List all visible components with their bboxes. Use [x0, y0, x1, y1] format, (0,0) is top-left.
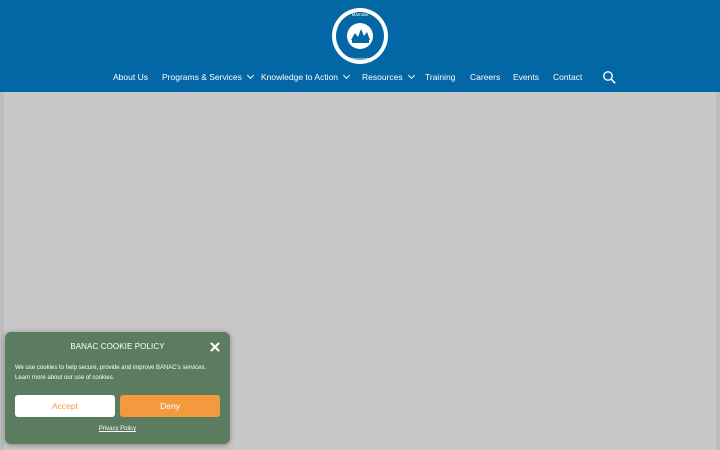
cookie-banner-message: We use cookies to help secure, provide a…	[15, 365, 207, 381]
close-icon[interactable]	[209, 341, 221, 353]
site-header: Mamawi Wiijiseeddadmin About Us Programs…	[0, 0, 720, 92]
deny-button[interactable]: Deny	[120, 395, 220, 417]
nav-item-knowledge-to-action[interactable]: Knowledge to Action	[261, 66, 351, 88]
cookie-banner-title: BANAC COOKIE POLICY	[70, 342, 165, 351]
nav-item-training[interactable]: Training	[425, 66, 455, 88]
accept-button[interactable]: Accept	[15, 395, 115, 417]
page-edge-right	[716, 92, 720, 450]
search-icon[interactable]	[602, 70, 616, 84]
nav-item-contact[interactable]: Contact	[553, 66, 582, 88]
chevron-down-icon	[342, 71, 351, 80]
site-logo[interactable]: Mamawi Wiijiseeddadmin	[331, 7, 389, 65]
chevron-down-icon	[246, 71, 254, 80]
nav-item-about-us[interactable]: About Us	[113, 66, 148, 88]
chevron-down-icon	[407, 71, 415, 80]
nav-item-resources[interactable]: Resources	[362, 66, 415, 88]
nav-item-careers[interactable]: Careers	[470, 66, 500, 88]
cookie-banner: BANAC COOKIE POLICY We use cookies to he…	[5, 332, 230, 444]
nav-item-programs-services[interactable]: Programs & Services	[162, 66, 254, 88]
privacy-policy-link[interactable]: Privacy Policy	[5, 426, 230, 432]
svg-text:Wiijiseeddadmin: Wiijiseeddadmin	[345, 56, 374, 61]
svg-text:Mamawi: Mamawi	[352, 12, 369, 17]
nav-item-events[interactable]: Events	[513, 66, 539, 88]
